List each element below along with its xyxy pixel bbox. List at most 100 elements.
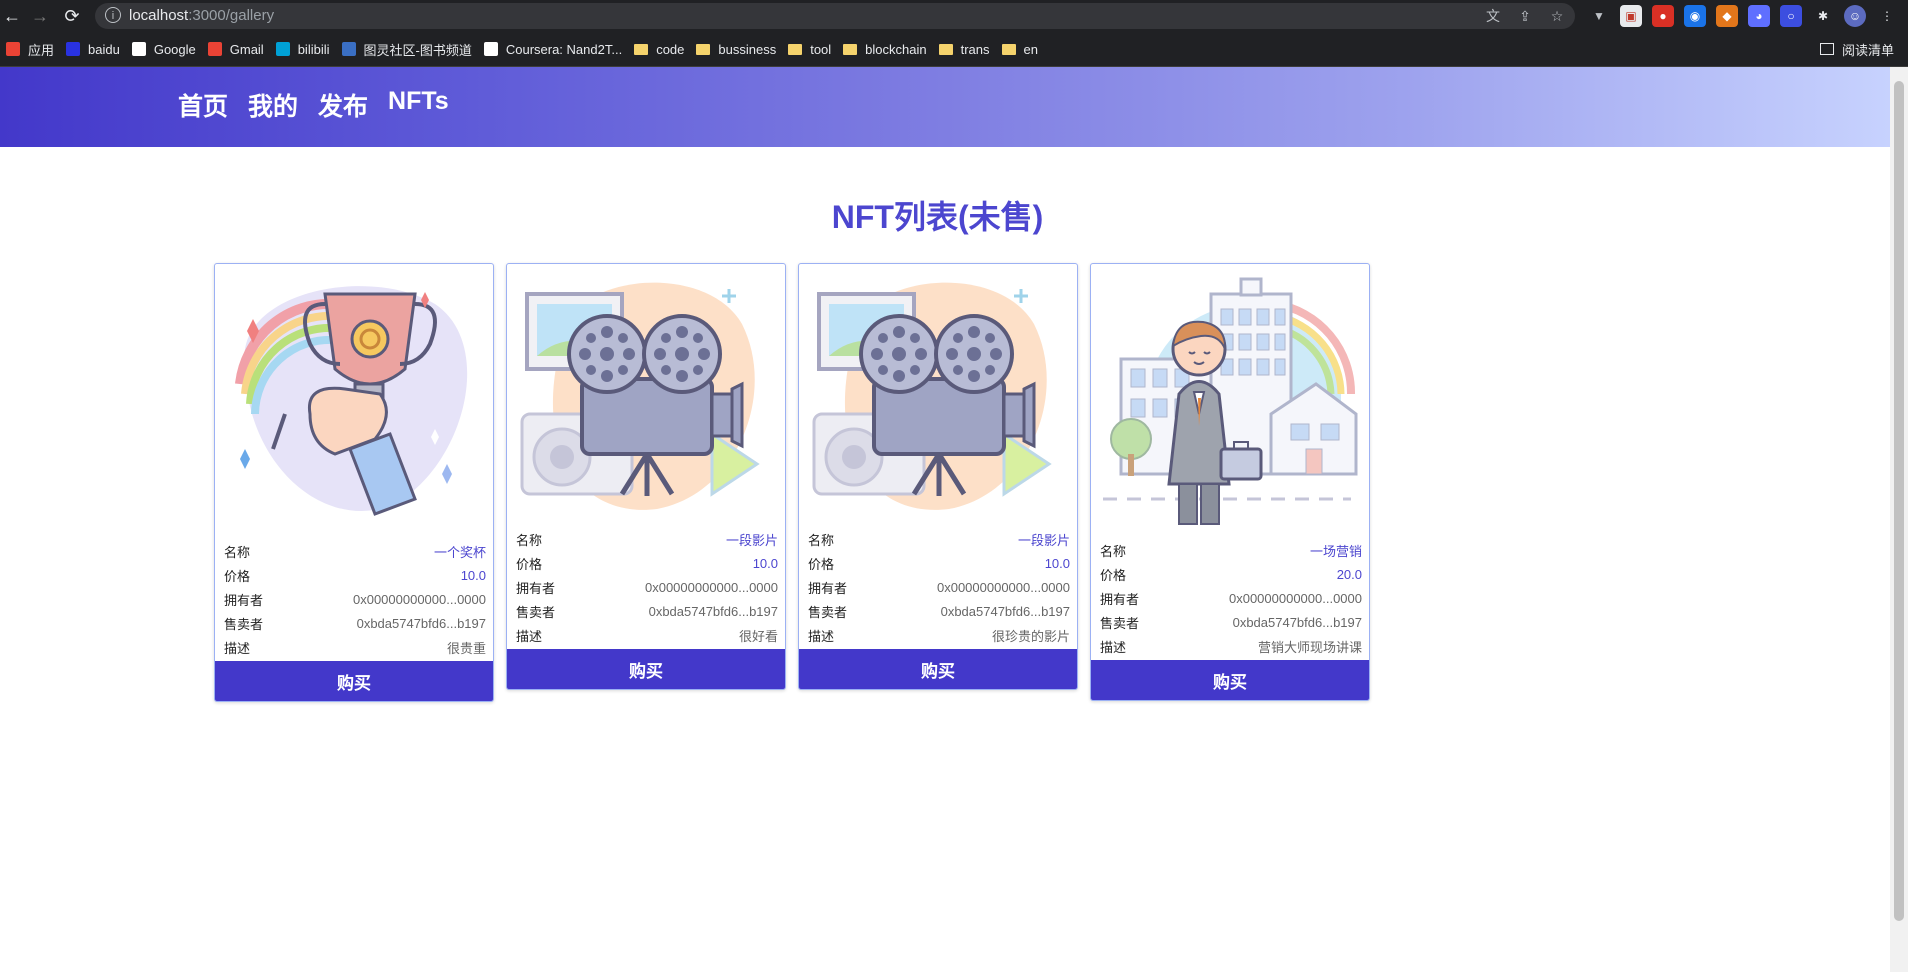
nft-card: 名称 一段影片 价格 10.0 拥有者 0x00000000000...0000 售卖… [506,263,786,690]
extensions-bar: ▼ ▣ ● ◉ ◆ ◕ ○ ✱ ☺ ⋮ [1588,5,1898,27]
bilibili-tv-icon [275,42,290,56]
name-row: 名称 一场营销 [1100,538,1362,562]
bookmark-label: tool [810,41,832,57]
bookmark-label: blockchain [865,41,927,57]
bookmark-item[interactable]: trans [933,36,996,62]
owner-address: 0x00000000000...0000 [644,579,778,595]
buy-button[interactable]: 购买 [215,661,493,701]
seller-address: 0xbda5747bfd6...b197 [648,603,778,619]
nft-price: 10.0 [1044,555,1070,571]
address-bar[interactable]: i localhost:3000/gallery 文 ⇪ ☆ [95,3,1575,29]
baidu-paw-icon [66,42,81,56]
profile-avatar[interactable]: ☺ [1844,5,1866,27]
nft-card: 名称 一个奖杯 价格 10.0 拥有者 0x00000000000...0000 售卖… [214,263,494,702]
reload-icon[interactable]: ⟳ [60,4,84,28]
browser-toolbar: ← → ⟳ i localhost:3000/gallery 文 ⇪ ☆ ▼ ▣… [0,0,1908,32]
reading-list-label: 阅读清单 [1841,42,1894,58]
nft-price: 10.0 [752,555,778,571]
folder-icon [696,43,711,55]
pdf-extension-icon[interactable]: ▣ [1620,5,1642,27]
folder-icon [843,43,858,55]
globe-extension-icon[interactable]: ◉ [1684,5,1706,27]
shield-extension-icon[interactable]: ● [1652,5,1674,27]
bookmark-label: code [656,41,685,57]
circle-extension-icon[interactable]: ○ [1780,5,1802,27]
buy-button[interactable]: 购买 [1091,660,1369,700]
vue-extension-icon[interactable]: ▼ [1588,5,1610,27]
nft-card: 名称 一场营销 价格 20.0 拥有者 0x00000000000...0000 售卖… [1090,263,1370,701]
share-icon[interactable]: ⇪ [1515,6,1535,26]
scrollbar-thumb[interactable] [1894,81,1904,921]
bookmark-item[interactable]: Gmail [202,36,270,62]
nav-home-link[interactable]: 首页 [178,87,228,123]
bookmark-item[interactable]: 图灵社区-图书频道 [336,36,478,62]
bookmark-item[interactable]: bilibili [270,36,336,62]
seller-row: 售卖者 0xbda5747bfd6...b197 [516,603,778,620]
back-arrow-icon[interactable]: ← [0,4,24,28]
name-row: 名称 一个奖杯 [224,539,486,563]
businessman-illustration [1091,264,1369,536]
nft-description: 营销大师现场讲课 [1257,639,1362,655]
translate-icon[interactable]: 文 [1483,6,1503,26]
owner-address: 0x00000000000...0000 [936,579,1070,595]
page-viewport: 首页 我的 发布 NFTs NFT列表(未售) 名称 一个奖杯 价格 10.0 … [0,67,1890,972]
bookmark-item[interactable]: tool [782,36,837,62]
nft-name: 一段影片 [1017,532,1070,548]
site-info-icon[interactable]: i [105,7,121,23]
bookmark-item[interactable]: blockchain [837,36,932,62]
extensions-puzzle-icon[interactable]: ✱ [1812,5,1834,27]
desc-row: 描述 很珍贵的影片 [808,623,1070,647]
owner-row: 拥有者 0x00000000000...0000 [516,579,778,596]
nft-description: 很珍贵的影片 [991,628,1070,644]
bookmark-item[interactable]: 应用 [0,36,60,62]
bookmark-item[interactable]: Coursera: Nand2T... [478,36,628,62]
nft-price: 10.0 [460,567,486,583]
metamask-fox-icon[interactable]: ◆ [1716,5,1738,27]
seller-row: 售卖者 0xbda5747bfd6...b197 [1100,614,1362,631]
bookmark-item[interactable]: en [996,36,1044,62]
buy-button[interactable]: 购买 [799,649,1077,689]
buy-button[interactable]: 购买 [507,649,785,689]
bookmark-label: 应用 [28,42,55,58]
name-row: 名称 一段影片 [516,527,778,551]
owner-address: 0x00000000000...0000 [352,591,486,607]
page-title: NFT列表(未售) [831,199,1044,235]
google-g-icon [131,42,146,56]
bookmark-item[interactable]: code [628,36,690,62]
owner-row: 拥有者 0x00000000000...0000 [224,591,486,608]
bookmark-item[interactable]: Google [126,36,202,62]
apps-grid-icon [6,42,20,56]
page-scrollbar[interactable] [1890,67,1908,972]
nav-nfts-link[interactable]: NFTs [388,87,449,123]
name-row: 名称 一段影片 [808,527,1070,551]
film-camera-illustration [799,264,1077,525]
reading-list-button[interactable]: 阅读清单 [1819,36,1894,62]
bookmark-label: trans [960,41,990,57]
seller-address: 0xbda5747bfd6...b197 [1232,614,1362,630]
nav-publish-link[interactable]: 发布 [318,87,368,123]
bookmark-label: Coursera: Nand2T... [505,41,623,57]
reading-list-icon [1819,43,1834,55]
bookmark-label: bussiness [718,41,777,57]
bookmark-label: en [1023,41,1038,57]
desc-row: 描述 很好看 [516,623,778,647]
price-row: 价格 10.0 [224,567,486,584]
nav-mine-link[interactable]: 我的 [248,87,298,123]
browser-menu-icon[interactable]: ⋮ [1876,5,1898,27]
desc-row: 描述 营销大师现场讲课 [1100,634,1362,658]
desc-row: 描述 很贵重 [224,635,486,659]
bookmark-label: bilibili [297,41,330,57]
bookmark-label: Google [153,41,196,57]
bookmark-star-icon[interactable]: ☆ [1547,6,1567,26]
folder-icon [1001,43,1016,55]
address-text[interactable]: localhost:3000/gallery [129,7,274,24]
nft-name: 一段影片 [725,532,778,548]
bookmark-item[interactable]: bussiness [690,36,782,62]
folder-icon [634,43,649,55]
forward-arrow-icon[interactable]: → [28,4,52,28]
bookmark-item[interactable]: baidu [60,36,126,62]
chat-extension-icon[interactable]: ◕ [1748,5,1770,27]
owner-row: 拥有者 0x00000000000...0000 [1100,590,1362,607]
nft-price: 20.0 [1336,566,1362,582]
turing-book-icon [341,42,356,56]
